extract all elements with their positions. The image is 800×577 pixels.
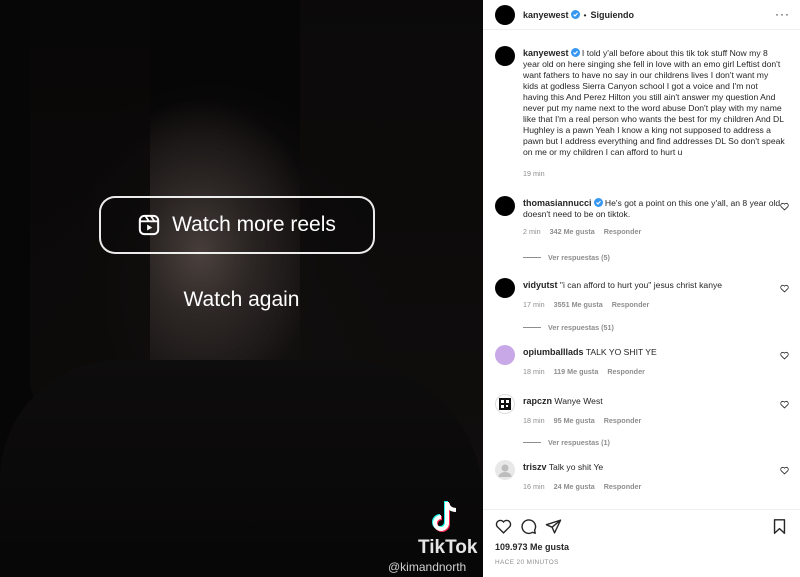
comment-heart-icon[interactable] [780,284,789,293]
reply-button[interactable]: Responder [612,300,650,309]
comment-text: "i can afford to hurt you" jesus christ … [559,280,723,290]
caption-meta: 19 min [523,168,785,179]
avatar[interactable] [495,278,515,298]
view-replies-label: Ver respuestas (1) [548,438,610,447]
comment-likes[interactable]: 119 Me gusta [554,367,599,376]
comment-username[interactable]: vidyutst [523,280,558,290]
bookmark-icon[interactable] [771,518,788,535]
heart-icon[interactable] [495,518,512,535]
avatar[interactable] [495,394,515,414]
separator-dot: • [583,9,587,20]
comment-body: triszv Talk yo shit Ye 16 min 24 Me gusta… [523,462,785,492]
following-button[interactable]: Siguiendo [591,10,635,20]
verified-badge-icon [570,10,580,19]
comment-text: TALK YO SHIT YE [585,347,657,357]
reels-icon [138,214,160,236]
avatar[interactable] [495,4,515,25]
tiktok-logo-icon [432,501,457,532]
view-replies-label: Ver respuestas (51) [548,323,614,332]
avatar[interactable] [495,345,515,365]
tiktok-handle: @kimandnorth [388,560,467,574]
comment-heart-icon[interactable] [780,202,789,211]
comment-meta: 18 min 95 Me gusta Responder [523,415,785,426]
comment-meta: 17 min 3551 Me gusta Responder [523,299,785,310]
caption-username[interactable]: kanyewest [523,48,569,58]
tiktok-watermark-text: TikTok [418,537,478,558]
comment-username[interactable]: thomasiannucci [523,198,592,208]
replies-line [523,442,541,443]
replies-line [523,327,541,328]
watch-more-reels-label: Watch more reels [172,213,336,236]
comment-heart-icon[interactable] [780,466,789,475]
comment-username[interactable]: rapczn [523,396,552,406]
view-replies-button[interactable]: Ver respuestas (51) [523,323,614,332]
comment-time[interactable]: 2 min [523,227,541,236]
comment-text: Talk yo shit Ye [548,462,604,472]
comment-meta: 2 min 342 Me gusta Responder [523,226,785,237]
watch-more-reels-button[interactable]: Watch more reels [99,196,375,254]
qr-avatar-icon [499,398,511,410]
default-avatar-icon [498,464,512,477]
share-icon[interactable] [545,518,562,535]
reply-button[interactable]: Responder [604,416,642,425]
comment-time[interactable]: 16 min [523,482,545,491]
view-replies-button[interactable]: Ver respuestas (5) [523,253,610,262]
avatar[interactable] [495,460,515,480]
comment-username[interactable]: opiumballlads [523,347,584,357]
comment-body: thomasiannucci He's got a point on this … [523,198,785,237]
comment-meta: 16 min 24 Me gusta Responder [523,481,785,492]
comment-body: opiumballlads TALK YO SHIT YE 18 min 119 … [523,347,785,377]
replies-line [523,257,541,258]
post-timestamp: HACE 20 MINUTOS [495,559,559,566]
caption-text: I told y'all before about this tik tok s… [523,48,785,157]
post-side-panel: kanyewest • Siguiendo ··· kanyewest I to… [483,0,800,577]
reply-button[interactable]: Responder [607,367,645,376]
comment-text: Wanye West [554,396,603,406]
verified-badge-icon [570,48,580,57]
comment-heart-icon[interactable] [780,400,789,409]
comment-body: vidyutst "i can afford to hurt you" jesu… [523,280,785,310]
post-header: kanyewest • Siguiendo ··· [483,0,800,30]
comment-time[interactable]: 17 min [523,300,545,309]
comment-likes[interactable]: 3551 Me gusta [554,300,603,309]
caption-body: kanyewest I told y'all before about this… [523,48,785,179]
view-replies-button[interactable]: Ver respuestas (1) [523,438,610,447]
reel-video-player[interactable]: Watch more reels Watch again TikTok @kim… [0,0,483,577]
post-action-bar [483,509,800,539]
verified-badge-icon [593,198,603,207]
reply-button[interactable]: Responder [604,227,642,236]
comment-username[interactable]: triszv [523,462,547,472]
comment-heart-icon[interactable] [780,351,789,360]
reply-button[interactable]: Responder [604,482,642,491]
avatar[interactable] [495,46,515,66]
avatar[interactable] [495,196,515,216]
comment-time[interactable]: 18 min [523,416,545,425]
comment-icon[interactable] [520,518,537,535]
comment-body: rapczn Wanye West 18 min 95 Me gusta Respo… [523,396,785,426]
comment-likes[interactable]: 95 Me gusta [554,416,595,425]
header-username[interactable]: kanyewest [523,10,569,20]
caption-time[interactable]: 19 min [523,169,545,178]
comment-time[interactable]: 18 min [523,367,545,376]
comment-meta: 18 min 119 Me gusta Responder [523,366,785,377]
more-options-icon[interactable]: ··· [775,8,790,20]
watch-again-button[interactable]: Watch again [0,288,483,312]
comment-likes[interactable]: 342 Me gusta [550,227,595,236]
post-likes-count[interactable]: 109.973 Me gusta [495,542,569,552]
comment-likes[interactable]: 24 Me gusta [554,482,595,491]
view-replies-label: Ver respuestas (5) [548,253,610,262]
